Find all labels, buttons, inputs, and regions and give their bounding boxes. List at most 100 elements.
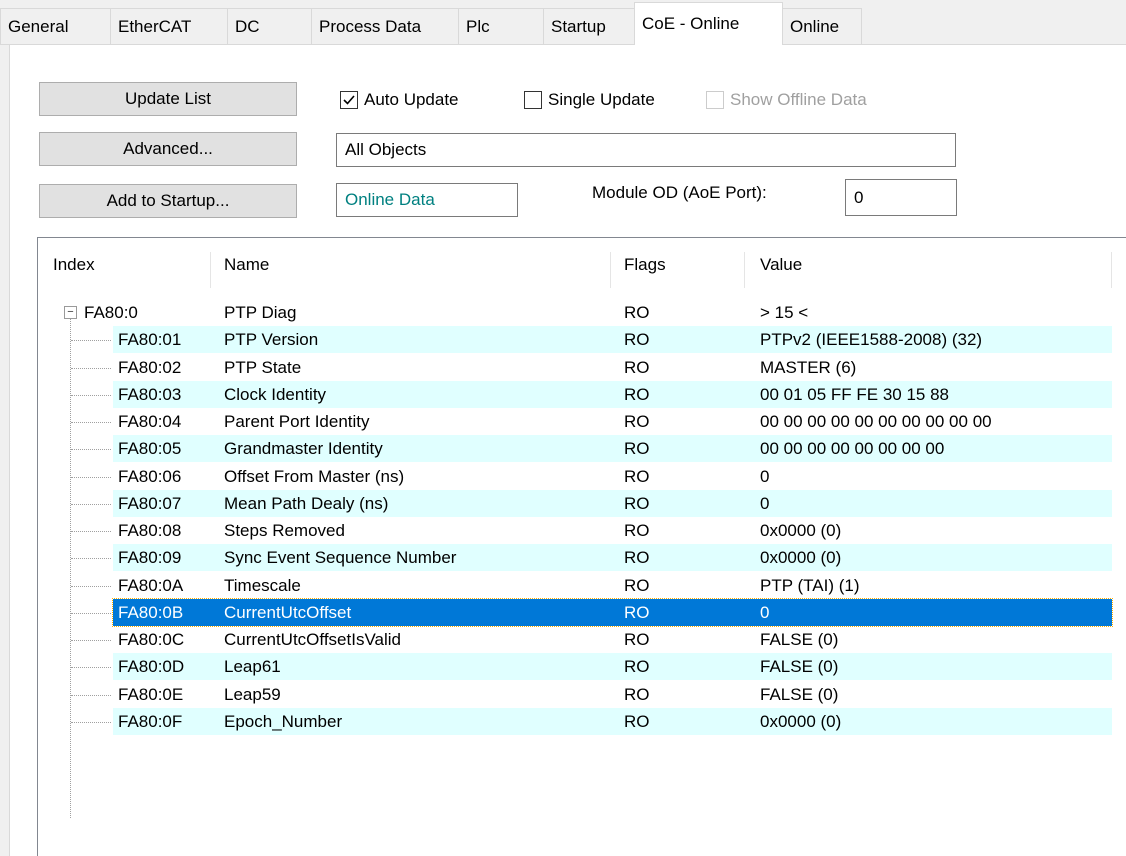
table-row[interactable]: FA80:03 Clock Identity RO 00 01 05 FF FE 30… bbox=[38, 381, 1112, 408]
tab-general[interactable]: General bbox=[0, 8, 111, 44]
table-row[interactable]: FA80:0B CurrentUtcOffset RO 0 bbox=[38, 599, 1112, 626]
column-header-name[interactable]: Name bbox=[224, 255, 269, 275]
flags-cell: RO bbox=[624, 385, 650, 404]
table-row[interactable]: FA80:07 Mean Path Dealy (ns) RO 0 bbox=[38, 490, 1112, 517]
table-row[interactable]: FA80:02 PTP State RO MASTER (6) bbox=[38, 354, 1112, 381]
name-cell: Timescale bbox=[224, 576, 301, 595]
column-header-value[interactable]: Value bbox=[760, 255, 802, 275]
button-label: Add to Startup... bbox=[106, 191, 230, 210]
index-cell: FA80:09 bbox=[118, 548, 182, 567]
name-cell: PTP Version bbox=[224, 330, 319, 349]
name-cell: CurrentUtcOffsetIsValid bbox=[224, 630, 401, 649]
index-cell: FA80:0 bbox=[84, 303, 138, 322]
column-separator[interactable] bbox=[210, 252, 211, 288]
index-cell: FA80:07 bbox=[118, 494, 182, 513]
advanced-button[interactable]: Advanced... bbox=[39, 132, 297, 166]
index-cell: FA80:0E bbox=[118, 685, 184, 704]
tab-startup[interactable]: Startup bbox=[543, 8, 635, 44]
table-row[interactable]: FA80:0A Timescale RO PTP (TAI) (1) bbox=[38, 572, 1112, 599]
value-cell: 0x0000 (0) bbox=[760, 521, 842, 540]
tab-label: Online bbox=[790, 16, 840, 36]
value-cell: FALSE (0) bbox=[760, 685, 839, 704]
data-mode-field[interactable]: Online Data bbox=[336, 183, 518, 217]
table-row[interactable]: FA80:0C CurrentUtcOffsetIsValid RO FALSE (0… bbox=[38, 626, 1112, 653]
object-filter-field[interactable]: All Objects bbox=[336, 133, 956, 167]
flags-cell: RO bbox=[624, 603, 650, 622]
index-cell: FA80:0A bbox=[118, 576, 184, 595]
table-row[interactable]: FA80:01 PTP Version RO PTPv2 (IEEE1588-2008… bbox=[38, 326, 1112, 353]
column-separator[interactable] bbox=[1111, 252, 1112, 288]
value-cell: 00 00 00 00 00 00 00 00 bbox=[760, 439, 945, 458]
update-list-button[interactable]: Update List bbox=[39, 82, 297, 116]
add-to-startup-button[interactable]: Add to Startup... bbox=[39, 184, 297, 218]
name-cell: Sync Event Sequence Number bbox=[224, 548, 457, 567]
flags-cell: RO bbox=[624, 303, 650, 322]
name-cell: Offset From Master (ns) bbox=[224, 467, 405, 486]
checkmark-icon bbox=[340, 91, 358, 109]
index-cell: FA80:0F bbox=[118, 712, 183, 731]
index-cell: FA80:02 bbox=[118, 358, 182, 377]
name-cell: Epoch_Number bbox=[224, 712, 343, 731]
value-cell: 0 bbox=[760, 603, 770, 622]
name-cell: Clock Identity bbox=[224, 385, 327, 404]
tab-plc[interactable]: Plc bbox=[458, 8, 544, 44]
tab-process-data[interactable]: Process Data bbox=[311, 8, 459, 44]
tab-dc[interactable]: DC bbox=[227, 8, 312, 44]
column-separator[interactable] bbox=[744, 252, 745, 288]
column-separator[interactable] bbox=[610, 252, 611, 288]
table-row[interactable]: FA80:05 Grandmaster Identity RO 00 00 00 00… bbox=[38, 435, 1112, 462]
tab-label: General bbox=[8, 16, 69, 36]
table-row[interactable]: FA80:09 Sync Event Sequence Number RO 0x000… bbox=[38, 544, 1112, 571]
show-offline-data-checkbox: Show Offline Data bbox=[706, 90, 867, 110]
flags-cell: RO bbox=[624, 358, 650, 377]
table-row[interactable]: FA80:06 Offset From Master (ns) RO 0 bbox=[38, 463, 1112, 490]
index-cell: FA80:05 bbox=[118, 439, 182, 458]
auto-update-checkbox[interactable]: Auto Update bbox=[340, 90, 459, 110]
value-cell: 0x0000 (0) bbox=[760, 712, 842, 731]
value-cell: 0 bbox=[760, 494, 770, 513]
index-cell: FA80:08 bbox=[118, 521, 182, 540]
tab-ethercat[interactable]: EtherCAT bbox=[110, 8, 228, 44]
column-header-index[interactable]: Index bbox=[53, 255, 95, 275]
tab-strip-border bbox=[0, 44, 1126, 45]
flags-cell: RO bbox=[624, 685, 650, 704]
button-label: Advanced... bbox=[123, 139, 213, 158]
tab-coe-online[interactable]: CoE - Online bbox=[634, 2, 783, 45]
tab-online[interactable]: Online bbox=[782, 8, 862, 44]
flags-cell: RO bbox=[624, 657, 650, 676]
single-update-checkbox[interactable]: Single Update bbox=[524, 90, 655, 110]
name-cell: CurrentUtcOffset bbox=[224, 603, 352, 622]
name-cell: Parent Port Identity bbox=[224, 412, 370, 431]
table-row[interactable]: FA80:08 Steps Removed RO 0x0000 (0) bbox=[38, 517, 1112, 544]
value-cell: > 15 < bbox=[760, 303, 809, 322]
module-od-input[interactable]: 0 bbox=[845, 179, 957, 216]
table-row[interactable]: FA80:0E Leap59 RO FALSE (0) bbox=[38, 681, 1112, 708]
index-cell: FA80:0D bbox=[118, 657, 185, 676]
column-header-flags[interactable]: Flags bbox=[624, 255, 666, 275]
checkbox-box bbox=[524, 91, 542, 109]
checkbox-box bbox=[706, 91, 724, 109]
value-cell: MASTER (6) bbox=[760, 358, 857, 377]
value-cell: 0 bbox=[760, 467, 770, 486]
tab-label: CoE - Online bbox=[642, 14, 740, 33]
name-cell: Leap59 bbox=[224, 685, 281, 704]
index-cell: FA80:01 bbox=[118, 330, 182, 349]
table-row[interactable]: FA80:0 PTP Diag RO > 15 < bbox=[38, 299, 1112, 326]
module-od-label: Module OD (AoE Port): bbox=[592, 183, 767, 202]
module-od-value: 0 bbox=[854, 187, 864, 207]
table-row[interactable]: FA80:0D Leap61 RO FALSE (0) bbox=[38, 653, 1112, 680]
tab-label: Startup bbox=[551, 16, 606, 36]
index-cell: FA80:0C bbox=[118, 630, 185, 649]
value-cell: 0x0000 (0) bbox=[760, 548, 842, 567]
flags-cell: RO bbox=[624, 576, 650, 595]
table-row[interactable]: FA80:0F Epoch_Number RO 0x0000 (0) bbox=[38, 708, 1112, 735]
object-filter-value: All Objects bbox=[345, 140, 427, 159]
single-update-label: Single Update bbox=[548, 90, 655, 109]
tab-label: EtherCAT bbox=[118, 16, 192, 36]
value-cell: PTP (TAI) (1) bbox=[760, 576, 860, 595]
name-cell: Mean Path Dealy (ns) bbox=[224, 494, 389, 513]
table-row[interactable]: FA80:04 Parent Port Identity RO 00 00 00 00… bbox=[38, 408, 1112, 435]
tab-label: DC bbox=[235, 16, 260, 36]
button-label: Update List bbox=[125, 89, 211, 108]
flags-cell: RO bbox=[624, 521, 650, 540]
